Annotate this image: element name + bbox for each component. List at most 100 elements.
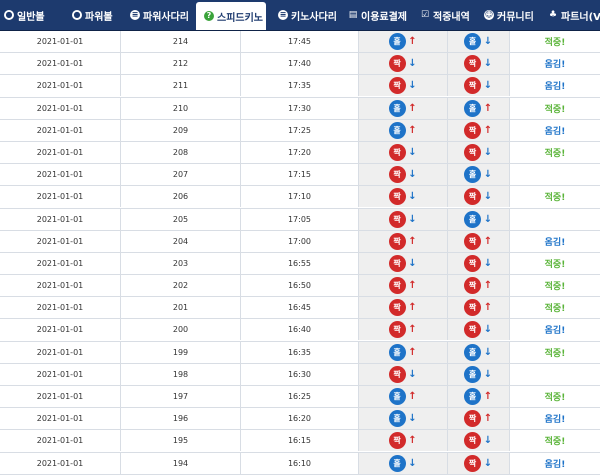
table-row: 2021-01-01 207 17:15 짝 ↓ 홀 ↓ [0, 164, 600, 187]
even-ball: 짝 [388, 232, 406, 250]
result-label: 옴김! [544, 459, 566, 470]
arrow-up-icon: ↑ [408, 102, 417, 114]
nav-item-speed-keno[interactable]: ? 스피드키노 [196, 2, 266, 30]
arrow-down-icon: ↓ [408, 58, 417, 70]
nav-item-powerball[interactable]: ● 파워볼 [72, 0, 113, 30]
time-cell: 16:30 [241, 363, 359, 385]
nav-label: 이용료결제 [361, 11, 407, 23]
round-cell: 203 [121, 252, 241, 274]
date-cell: 2021-01-01 [0, 53, 121, 75]
result-label: 옴김! [544, 60, 566, 71]
result-1-cell: 짝 ↓ [359, 75, 448, 97]
result-1-cell: 홀 ↑ [359, 386, 448, 407]
even-ball: 짝 [464, 432, 481, 450]
arrow-down-icon: ↓ [408, 257, 417, 269]
nav-item-community[interactable]: ☺ 커뮤니티 [484, 0, 534, 30]
nav-item-partner[interactable]: ♣ 파트너(V [548, 0, 600, 30]
result-1-cell: 짝 ↑ [359, 430, 448, 452]
nav-label: 커뮤니티 [497, 11, 534, 23]
table-row: 2021-01-01 197 16:25 홀 ↑ 홀 ↑ 적중! [0, 386, 600, 409]
result-label: 적중! [544, 193, 566, 204]
nav-item-hit-history[interactable]: ☑ 적중내역 [420, 0, 470, 30]
ball-icon: ● [72, 10, 82, 20]
round-cell: 211 [121, 75, 241, 97]
nav-item-general-ball[interactable]: ● 일반볼 [4, 0, 45, 30]
result-label: 적중! [544, 282, 566, 293]
result-label: 적중! [544, 148, 566, 159]
table-row: 2021-01-01 209 17:25 홀 ↑ 짝 ↑ 옴김! [0, 119, 600, 142]
result-label: 옴김! [544, 237, 566, 248]
nav-item-keno-ladder[interactable]: ≡ 키노사다리 [278, 0, 337, 30]
date-cell: 2021-01-01 [0, 363, 121, 385]
even-ball: 짝 [464, 454, 481, 472]
even-ball: 짝 [464, 143, 481, 161]
date-cell: 2021-01-01 [0, 31, 121, 52]
table-row: 2021-01-01 208 17:20 짝 ↓ 짝 ↓ 적중! [0, 141, 600, 165]
round-cell: 212 [121, 53, 241, 75]
result-1-cell: 짝 ↓ [359, 252, 448, 274]
round-cell: 202 [121, 275, 241, 297]
even-ball: 짝 [464, 277, 481, 295]
arrow-down-icon: ↓ [483, 435, 493, 447]
arrow-down-icon: ↓ [483, 80, 493, 92]
keno-icon: ? [204, 11, 214, 21]
time-cell: 16:45 [241, 297, 359, 319]
result-label [510, 164, 600, 185]
arrow-up-icon: ↑ [483, 302, 493, 314]
arrow-up-icon: ↑ [408, 391, 417, 402]
round-cell: 209 [121, 119, 241, 141]
arrow-up-icon: ↑ [408, 280, 417, 292]
arrow-up-icon: ↑ [408, 235, 417, 247]
date-cell: 2021-01-01 [0, 252, 121, 274]
even-ball: 짝 [388, 277, 406, 295]
date-cell: 2021-01-01 [0, 164, 121, 186]
even-ball: 짝 [388, 365, 406, 383]
result-1-cell: 홀 ↑ [359, 341, 448, 363]
even-ball: 짝 [388, 143, 406, 161]
odd-ball: 홀 [388, 99, 406, 117]
arrow-up-icon: ↑ [483, 102, 493, 114]
result-1-cell: 짝 ↓ [359, 186, 448, 208]
round-cell: 194 [121, 452, 241, 474]
time-cell: 16:20 [241, 408, 359, 430]
nav-item-payment[interactable]: ▤ 이용료결제 [348, 0, 407, 30]
arrow-up-icon: ↑ [483, 391, 493, 402]
result-1-cell: 홀 ↑ [359, 31, 448, 52]
result-label: 옴김! [544, 126, 566, 137]
arrow-up-icon: ↑ [408, 346, 417, 358]
result-label [510, 209, 600, 230]
even-ball: 짝 [388, 254, 406, 272]
ball-icon: ● [4, 10, 14, 20]
time-cell: 17:10 [241, 186, 359, 208]
arrow-down-icon: ↓ [408, 368, 417, 380]
odd-ball: 홀 [464, 388, 481, 405]
date-cell: 2021-01-01 [0, 230, 121, 252]
result-label: 적중! [544, 259, 566, 270]
table-row: 2021-01-01 212 17:40 짝 ↓ 짝 ↓ 옴김! [0, 53, 600, 76]
arrow-down-icon: ↓ [408, 213, 417, 225]
even-ball: 짝 [464, 299, 481, 317]
arrow-down-icon: ↓ [408, 169, 417, 181]
date-cell: 2021-01-01 [0, 452, 121, 474]
round-cell: 207 [121, 164, 241, 186]
result-1-cell: 홀 ↓ [359, 408, 448, 430]
result-1-cell: 짝 ↓ [359, 53, 448, 75]
date-cell: 2021-01-01 [0, 297, 121, 319]
odd-ball: 홀 [388, 410, 406, 428]
even-ball: 짝 [388, 321, 406, 339]
time-cell: 16:25 [241, 386, 359, 407]
nav-item-power-ladder[interactable]: ≡ 파워사다리 [130, 0, 189, 30]
even-ball: 짝 [464, 321, 481, 339]
date-cell: 2021-01-01 [0, 341, 121, 363]
even-ball: 짝 [464, 55, 481, 73]
round-cell: 214 [121, 31, 241, 52]
table-row: 2021-01-01 195 16:15 짝 ↑ 짝 ↓ 적중! [0, 430, 600, 453]
round-cell: 201 [121, 297, 241, 319]
even-ball: 짝 [388, 55, 406, 73]
time-cell: 17:00 [241, 230, 359, 252]
result-2-cell: 홀 ↓ [448, 164, 510, 186]
result-1-cell: 짝 ↓ [359, 164, 448, 186]
round-cell: 208 [121, 141, 241, 163]
table-row: 2021-01-01 204 17:00 짝 ↑ 짝 ↑ 옴김! [0, 230, 600, 253]
result-label: 적중! [544, 104, 566, 115]
